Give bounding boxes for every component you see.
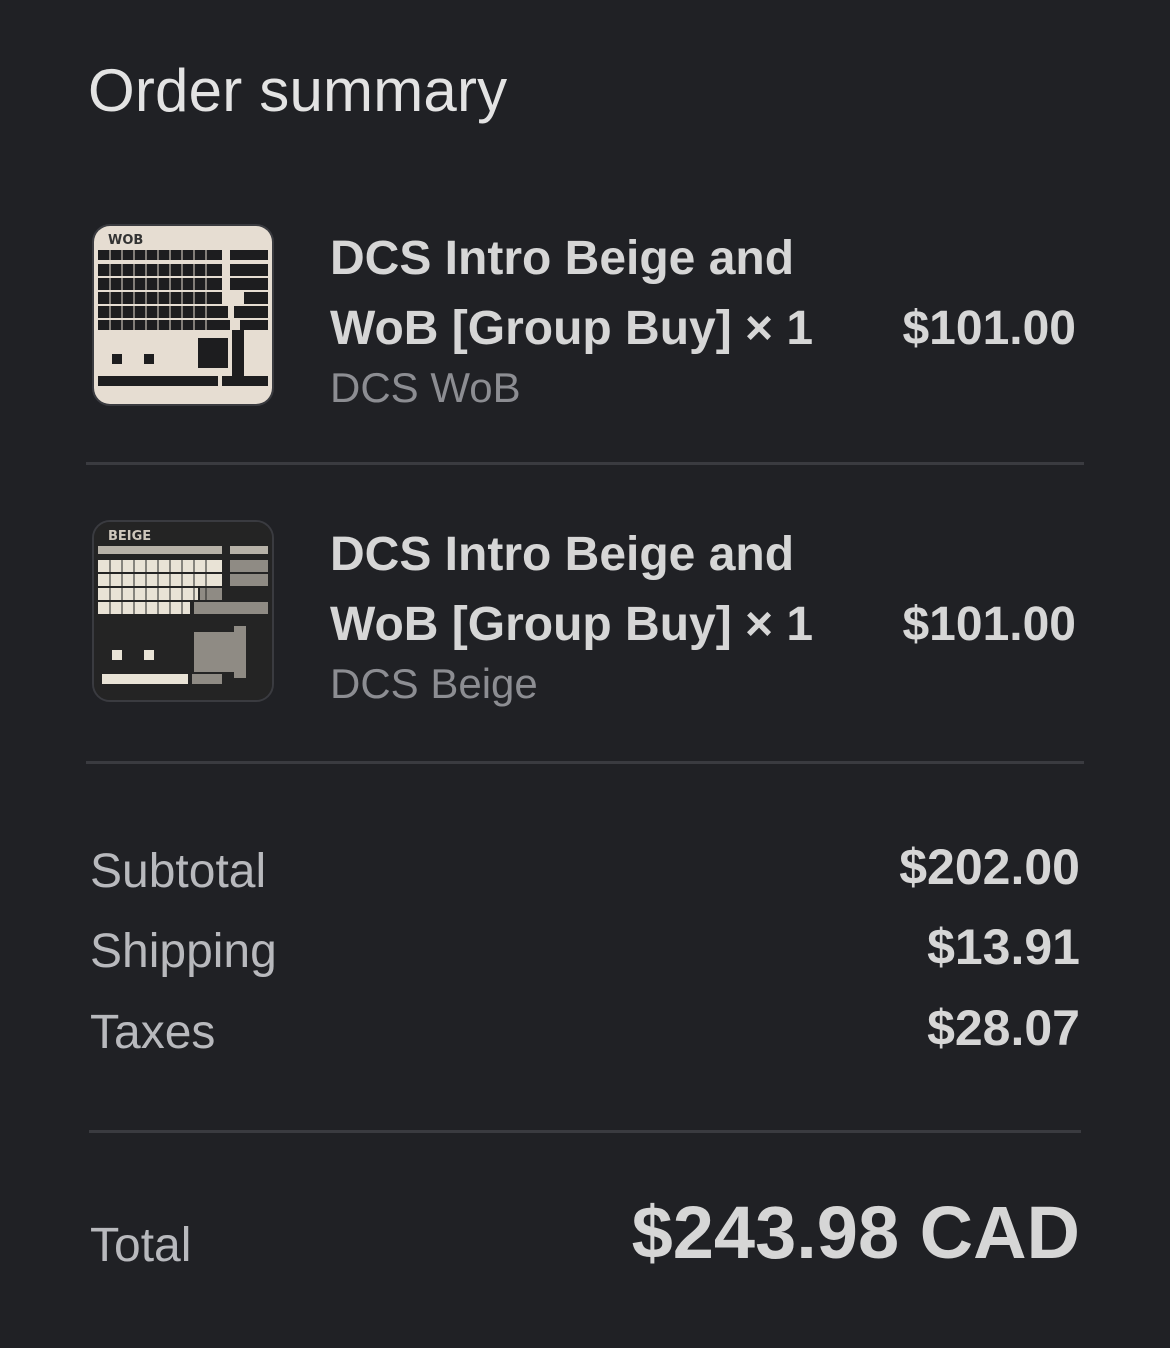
order-summary-title: Order summary: [88, 57, 508, 124]
line-item: BEIGE DCS Intro Beige and WoB [Group Buy…: [88, 520, 1082, 710]
item-price: $101.00: [902, 598, 1076, 651]
taxes-label: Taxes: [90, 1006, 216, 1059]
item-name-line2: WoB [Group Buy] × 1: [330, 302, 814, 355]
shipping-row: Shipping $13.91: [90, 919, 1080, 984]
item-name-line1: DCS Intro Beige and: [330, 528, 795, 581]
divider: [89, 1130, 1081, 1133]
total-label: Total: [90, 1219, 192, 1272]
divider: [86, 462, 1084, 465]
shipping-label: Shipping: [90, 925, 277, 978]
subtotal-row: Subtotal $202.00: [90, 839, 1080, 904]
taxes-row: Taxes $28.07: [90, 1000, 1080, 1065]
keyboard-keycaps-image-wob: WOB: [94, 226, 272, 404]
product-thumbnail-wob: WOB: [92, 224, 274, 406]
item-name-line2: WoB [Group Buy] × 1: [330, 598, 814, 651]
item-name: DCS Intro Beige and WoB [Group Buy] × 1: [330, 520, 850, 660]
subtotal-value: $202.00: [899, 839, 1080, 895]
item-name: DCS Intro Beige and WoB [Group Buy] × 1: [330, 224, 850, 364]
product-thumbnail-beige: BEIGE: [92, 520, 274, 702]
line-item: WOB DCS Intro Beige and WoB [Group Buy] …: [88, 224, 1082, 414]
divider: [86, 761, 1084, 764]
item-price: $101.00: [902, 302, 1076, 355]
item-name-line1: DCS Intro Beige and: [330, 232, 795, 285]
keyboard-keycaps-image-beige: BEIGE: [94, 522, 272, 700]
thumb-label-wob: WOB: [108, 233, 143, 248]
item-variant: DCS Beige: [330, 660, 538, 707]
shipping-value: $13.91: [927, 919, 1080, 975]
subtotal-label: Subtotal: [90, 845, 267, 898]
taxes-value: $28.07: [927, 1000, 1080, 1056]
item-variant: DCS WoB: [330, 364, 521, 411]
total-row: Total $243.98 CAD: [90, 1191, 1080, 1288]
total-value: $243.98 CAD: [631, 1191, 1080, 1274]
order-summary-panel: Order summary WOB DCS Intro Beige and Wo…: [0, 0, 1170, 1348]
thumb-label-beige: BEIGE: [108, 529, 151, 544]
